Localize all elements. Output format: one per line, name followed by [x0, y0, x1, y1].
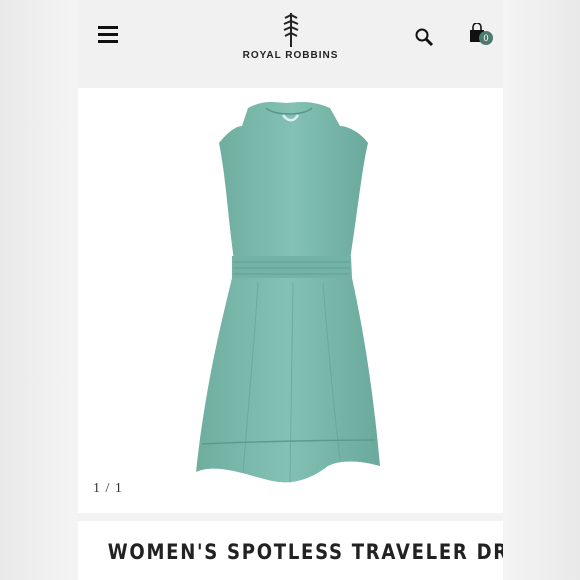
section-divider	[78, 513, 503, 521]
search-button[interactable]	[414, 27, 434, 47]
site-header: ROYAL ROBBINS 0	[78, 0, 503, 88]
product-image-dress	[196, 102, 380, 484]
cart-count-badge: 0	[479, 31, 493, 45]
search-icon	[415, 28, 434, 47]
dress-bodice	[219, 102, 368, 260]
cart-button[interactable]: 0	[469, 22, 495, 47]
tree-logo-icon	[283, 13, 298, 47]
menu-button[interactable]	[98, 26, 118, 44]
image-counter: 1 / 1	[93, 481, 123, 496]
menu-icon-bar	[98, 40, 118, 43]
product-page: ROYAL ROBBINS 0 1 / 1 WOMEN'S SPOTLESS T…	[78, 0, 503, 580]
dress-skirt	[196, 278, 380, 483]
dress-waist	[232, 256, 352, 278]
product-title: WOMEN'S SPOTLESS TRAVELER DRESS	[107, 540, 503, 564]
product-image-gallery[interactable]: 1 / 1	[78, 88, 503, 513]
brand-logo[interactable]: ROYAL ROBBINS	[228, 12, 353, 64]
menu-icon-bar	[98, 33, 118, 36]
brand-name: ROYAL ROBBINS	[242, 50, 339, 61]
menu-icon-bar	[98, 26, 118, 29]
